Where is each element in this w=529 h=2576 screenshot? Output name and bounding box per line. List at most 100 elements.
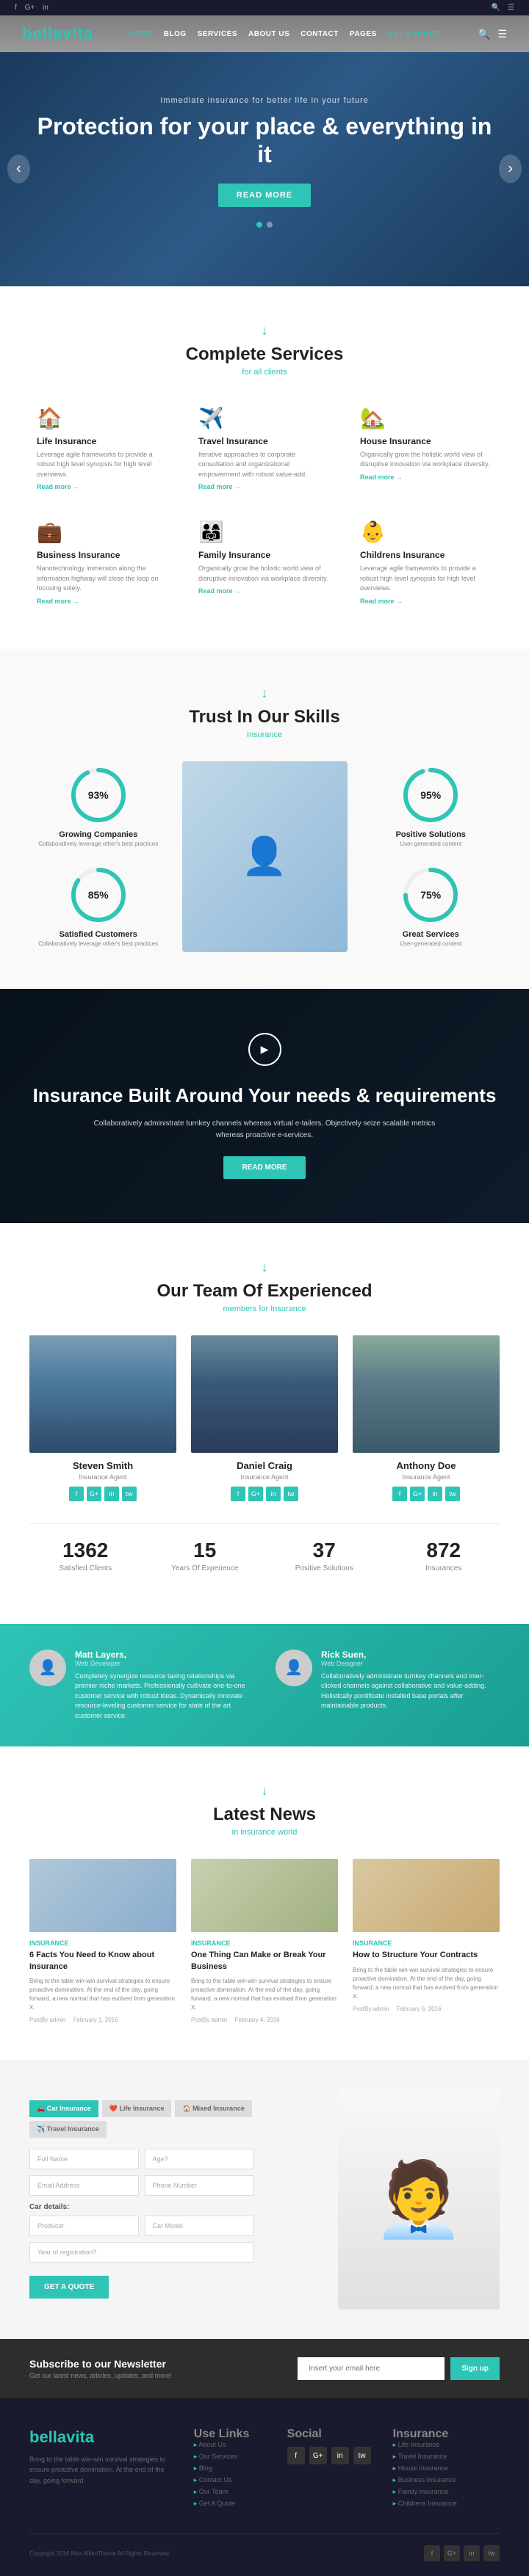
footer-link-about[interactable]: About Us: [194, 2441, 265, 2449]
footer-ins-life[interactable]: Life Insurance: [393, 2441, 500, 2449]
tab-mixed-insurance[interactable]: 🏠 Mixed Insurance: [175, 2100, 251, 2117]
service-readmore-family[interactable]: Read more →: [198, 587, 331, 595]
hero-cta-button[interactable]: READ MORE: [218, 184, 311, 207]
tab-travel-insurance[interactable]: ✈️ Travel Insurance: [29, 2121, 107, 2138]
hero-prev-button[interactable]: ‹: [7, 155, 30, 184]
footer-ins-children[interactable]: Childrens Insurance: [393, 2500, 500, 2508]
nav-pages[interactable]: PAGES: [350, 30, 377, 38]
quote-section: 🚗 Car Insurance ❤️ Life Insurance 🏠 Mixe…: [0, 2060, 529, 2339]
footer-bottom-twitter-icon[interactable]: tw: [483, 2545, 500, 2561]
service-readmore-life[interactable]: Read more →: [37, 483, 169, 490]
hero-dots: [256, 222, 273, 228]
nav-about[interactable]: ABOUT US: [248, 30, 289, 38]
footer-facebook-icon[interactable]: f: [287, 2447, 305, 2464]
anthony-facebook-icon[interactable]: f: [392, 1487, 407, 1501]
footer-ins-house[interactable]: House Insurance: [393, 2464, 500, 2472]
news-header: ↓ Latest News in insurance world: [29, 1783, 500, 1837]
phone-input[interactable]: [145, 2175, 254, 2196]
email-input[interactable]: [29, 2175, 139, 2196]
get-quote-button[interactable]: Get A Quote: [29, 2276, 109, 2299]
footer-ins-family[interactable]: Family Insurance: [393, 2488, 500, 2496]
footer-use-links: Use Links About Us Our Services Blog Con…: [194, 2428, 265, 2511]
quote-person-image: 🧑‍💼: [276, 2089, 500, 2310]
footer-link-quote[interactable]: Get A Quote: [194, 2500, 265, 2508]
nav-contact[interactable]: CONTACT: [301, 30, 339, 38]
registration-input[interactable]: [29, 2242, 253, 2263]
steven-facebook-icon[interactable]: f: [69, 1487, 84, 1501]
facebook-icon[interactable]: f: [15, 4, 17, 12]
header-menu-icon[interactable]: ☰: [497, 28, 507, 40]
menu-icon[interactable]: ☰: [508, 4, 514, 12]
footer-bottom-linkedin-icon[interactable]: in: [464, 2545, 480, 2561]
car-model-input[interactable]: [145, 2216, 254, 2236]
service-desc-travel: Iterative approaches to corporate consul…: [198, 450, 331, 480]
age-input[interactable]: [145, 2149, 254, 2169]
steven-photo: [29, 1335, 176, 1453]
anthony-linkedin-icon[interactable]: in: [428, 1487, 442, 1501]
newsletter-email-input[interactable]: [298, 2357, 445, 2380]
footer-social-col: Social f G+ in tw: [287, 2428, 371, 2511]
nav-quote[interactable]: GET A QUOTE: [388, 30, 442, 38]
daniel-facebook-icon[interactable]: f: [231, 1487, 245, 1501]
nav-home[interactable]: HOME: [129, 30, 153, 38]
top-social-icons[interactable]: f G+ in: [15, 4, 54, 12]
testimonial-2-role: Web Designer: [321, 1660, 500, 1667]
footer-social-icons[interactable]: f G+ in tw: [287, 2447, 371, 2464]
hero-title: Protection for your place & everything i…: [29, 112, 500, 169]
footer-ins-business[interactable]: Business Insurance: [393, 2476, 500, 2484]
skills-left-col: 93% Growing Companies Collaboratively le…: [29, 766, 168, 947]
hero-subtitle: Immediate insurance for better life in y…: [160, 96, 369, 105]
video-readmore-button[interactable]: READ MORE: [223, 1156, 305, 1179]
tab-life-insurance[interactable]: ❤️ Life Insurance: [102, 2100, 172, 2117]
steven-gplus-icon[interactable]: G+: [87, 1487, 101, 1501]
video-section: ▶ Insurance Built Around Your needs & re…: [0, 989, 529, 1223]
newsletter-submit-button[interactable]: Sign up: [450, 2357, 500, 2380]
play-button[interactable]: ▶: [248, 1033, 281, 1066]
newsletter-text: Subscribe to our Newsletter Get our late…: [29, 2358, 172, 2379]
anthony-gplus-icon[interactable]: G+: [410, 1487, 425, 1501]
footer-bottom-social[interactable]: f G+ in tw: [424, 2545, 500, 2561]
footer-ins-travel[interactable]: Travel Insurance: [393, 2453, 500, 2461]
anthony-twitter-icon[interactable]: tw: [445, 1487, 460, 1501]
footer-twitter-icon[interactable]: tw: [353, 2447, 371, 2464]
tab-car-insurance[interactable]: 🚗 Car Insurance: [29, 2100, 98, 2117]
insurance-tabs: 🚗 Car Insurance ❤️ Life Insurance 🏠 Mixe…: [29, 2100, 253, 2138]
footer-insurance-title: Insurance: [393, 2428, 500, 2441]
footer-bottom-facebook-icon[interactable]: f: [424, 2545, 440, 2561]
steven-twitter-icon[interactable]: tw: [122, 1487, 137, 1501]
instagram-icon[interactable]: in: [43, 4, 48, 12]
service-readmore-children[interactable]: Read more →: [360, 598, 492, 605]
footer-linkedin-icon[interactable]: in: [331, 2447, 349, 2464]
header-action-icons[interactable]: 🔍 ☰: [478, 28, 507, 40]
fullname-input[interactable]: [29, 2149, 139, 2169]
daniel-twitter-icon[interactable]: tw: [284, 1487, 298, 1501]
hero-next-button[interactable]: ›: [499, 155, 522, 184]
service-readmore-travel[interactable]: Read more →: [198, 483, 331, 490]
header-search-icon[interactable]: 🔍: [478, 28, 490, 40]
daniel-social[interactable]: f G+ in tw: [191, 1487, 338, 1501]
nav-blog[interactable]: BLOG: [164, 30, 187, 38]
footer-link-team[interactable]: Our Team: [194, 2488, 265, 2496]
service-readmore-business[interactable]: Read more →: [37, 598, 169, 605]
steven-social[interactable]: f G+ in tw: [29, 1487, 176, 1501]
steven-linkedin-icon[interactable]: in: [104, 1487, 119, 1501]
producer-input[interactable]: [29, 2216, 139, 2236]
footer-link-services[interactable]: Our Services: [194, 2453, 265, 2461]
form-field-model: [145, 2216, 254, 2236]
top-right-icons[interactable]: 🔍 ☰: [492, 4, 514, 12]
footer-insurance-links: Life Insurance Travel Insurance House In…: [393, 2441, 500, 2508]
search-icon[interactable]: 🔍: [492, 4, 500, 12]
daniel-linkedin-icon[interactable]: in: [266, 1487, 281, 1501]
site-logo: bellavita: [22, 24, 93, 43]
gplus-icon[interactable]: G+: [25, 4, 35, 12]
anthony-social[interactable]: f G+ in tw: [353, 1487, 500, 1501]
footer-link-contact[interactable]: Contact Us: [194, 2476, 265, 2484]
hero-dot-1[interactable]: [256, 222, 262, 228]
hero-dot-2[interactable]: [267, 222, 273, 228]
service-readmore-house[interactable]: Read more →: [360, 474, 492, 481]
footer-gplus-icon[interactable]: G+: [309, 2447, 327, 2464]
footer-link-blog[interactable]: Blog: [194, 2464, 265, 2472]
footer-bottom-gplus-icon[interactable]: G+: [444, 2545, 460, 2561]
daniel-gplus-icon[interactable]: G+: [248, 1487, 263, 1501]
nav-services[interactable]: SERVICES: [198, 30, 237, 38]
